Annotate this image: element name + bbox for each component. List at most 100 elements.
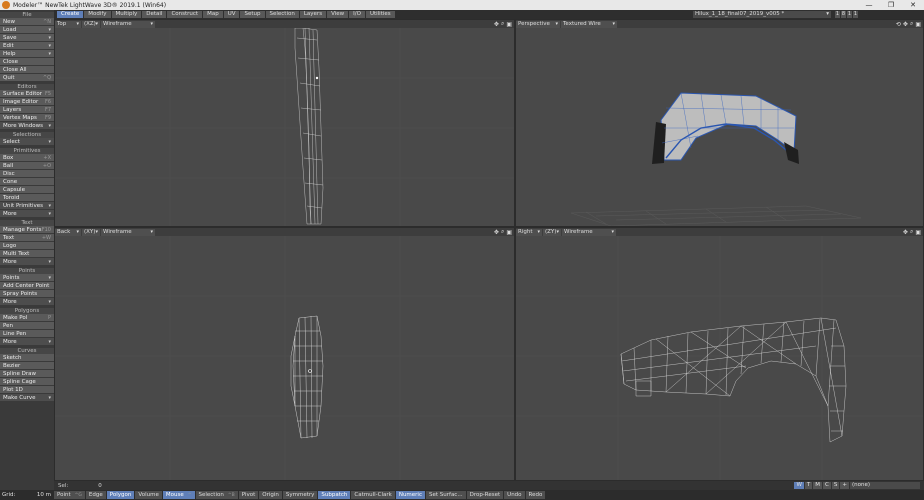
surface-select[interactable]: (none) [850,482,920,489]
sidebar-button-text[interactable]: Text +W [0,234,54,242]
tab-create[interactable]: Create [57,11,84,18]
object-selector[interactable]: Hilux_1_18_final07_2019_v005 * ▾ [693,11,831,18]
viewport-top[interactable]: Top ▾ (XZ) ▾ Wireframe ▾ ✥ ⌕ ▣ [54,19,515,227]
sidebar-button-toroid[interactable]: Toroid [0,194,54,202]
sidebar-button-pen[interactable]: Pen [0,322,54,330]
toggle-s[interactable]: S [831,482,840,489]
mode-button-symmetry[interactable]: Symmetry [282,491,318,499]
mode-button-polygon[interactable]: Polygon [106,491,135,499]
sidebar-button-more[interactable]: More ▾ [0,298,54,306]
tab-selection[interactable]: Selection [265,11,299,18]
sidebar-button-make-pol[interactable]: Make Pol P [0,314,54,322]
move-view-icon[interactable]: ✥ [494,21,499,28]
sidebar-button-multi-text[interactable]: Multi Text [0,250,54,258]
layer-button[interactable]: 1 [847,11,852,18]
rotate-view-icon[interactable]: ⟲ [896,21,901,28]
mode-button-catmull-clark[interactable]: Catmull-Clark [351,491,395,499]
toggle-c[interactable]: C [823,482,831,489]
sidebar-button-logo[interactable]: Logo [0,242,54,250]
mode-button-mouse[interactable]: Mouse ^ [162,491,195,499]
tab-uv[interactable]: UV [223,11,240,18]
toggle-m[interactable]: M [813,482,823,489]
view-axis-select[interactable]: (ZY) ▾ [543,228,561,236]
render-mode-select[interactable]: Wireframe ▾ [562,228,616,236]
view-type-select[interactable]: Top ▾ [55,20,81,28]
close-icon[interactable]: ✕ [902,0,924,10]
move-view-icon[interactable]: ✥ [903,21,908,28]
sidebar-button-vertex-maps[interactable]: Vertex Maps F9 [0,114,54,122]
maximize-view-icon[interactable]: ▣ [915,229,921,236]
sidebar-button-image-editor[interactable]: Image Editor F6 [0,98,54,106]
mode-button-undo[interactable]: Undo [504,491,525,499]
view-axis-select[interactable]: (XZ) ▾ [82,20,100,28]
sidebar-button-load[interactable]: Load ▾ [0,26,54,34]
sidebar-button-more[interactable]: More ▾ [0,338,54,346]
sidebar-button-line-pen[interactable]: Line Pen [0,330,54,338]
tab-view[interactable]: View [327,11,349,18]
sidebar-button-disc[interactable]: Disc [0,170,54,178]
tab-utilities[interactable]: Utilities [365,11,395,18]
sidebar-button-close[interactable]: Close [0,58,54,66]
maximize-view-icon[interactable]: ▣ [915,21,921,28]
sidebar-button-spline-draw[interactable]: Spline Draw [0,370,54,378]
maximize-icon[interactable]: ❐ [880,0,902,10]
toggle-plus[interactable]: + [840,482,849,489]
zoom-icon[interactable]: ⌕ [910,228,913,236]
sidebar-button-spline-cage[interactable]: Spline Cage [0,378,54,386]
sidebar-button-manage-fonts[interactable]: Manage Fonts F10 [0,226,54,234]
tab-modify[interactable]: Modify [84,11,111,18]
view-type-select[interactable]: Back ▾ [55,228,81,236]
maximize-view-icon[interactable]: ▣ [506,21,512,28]
sidebar-button-box[interactable]: Box +X [0,154,54,162]
sidebar-button-plot-1d[interactable]: Plot 1D [0,386,54,394]
view-type-select[interactable]: Right ▾ [516,228,542,236]
mode-button-set-surfac-[interactable]: Set Surfac... [425,491,466,499]
layer-button[interactable]: 1 [853,11,858,18]
sidebar-button-cone[interactable]: Cone [0,178,54,186]
sidebar-button-spray-points[interactable]: Spray Points [0,290,54,298]
tab-detail[interactable]: Detail [142,11,167,18]
sidebar-button-help[interactable]: Help ▾ [0,50,54,58]
maximize-view-icon[interactable]: ▣ [506,229,512,236]
zoom-icon[interactable]: ⌕ [910,20,913,28]
sidebar-button-more[interactable]: More ▾ [0,210,54,218]
sidebar-button-more-windows[interactable]: More Windows ▾ [0,122,54,130]
render-mode-select[interactable]: Wireframe ▾ [101,20,155,28]
mode-button-pivot[interactable]: Pivot [238,491,259,499]
mode-button-redo[interactable]: Redo [525,491,546,499]
sidebar-button-capsule[interactable]: Capsule [0,186,54,194]
tab-map[interactable]: Map [203,11,223,18]
sidebar-button-new[interactable]: New ^N [0,18,54,26]
tab-i-o[interactable]: I/O [349,11,365,18]
zoom-icon[interactable]: ⌕ [501,20,504,28]
mode-button-edge[interactable]: Edge [85,491,106,499]
sidebar-button-sketch[interactable]: Sketch [0,354,54,362]
mode-button-drop-reset[interactable]: Drop-Reset [466,491,504,499]
mode-button-point[interactable]: Point ^G [54,491,85,499]
viewport-perspective[interactable]: Perspective ▾ Textured Wire ▾ ⟲ ✥ ⌕ ▣ [515,19,924,227]
layer-button[interactable]: 8 [841,11,846,18]
view-axis-select[interactable]: (XY) ▾ [82,228,100,236]
sidebar-button-ball[interactable]: Ball +O [0,162,54,170]
toggle-t[interactable]: T [804,482,813,489]
mode-button-origin[interactable]: Origin [259,491,282,499]
sidebar-button-unit-primitives[interactable]: Unit Primitives ▾ [0,202,54,210]
tab-construct[interactable]: Construct [167,11,203,18]
viewport-back[interactable]: Back ▾ (XY) ▾ Wireframe ▾ ✥ ⌕ ▣ [54,227,515,481]
tab-multiply[interactable]: Multiply [111,11,142,18]
render-mode-select[interactable]: Textured Wire ▾ [561,20,617,28]
view-type-select[interactable]: Perspective ▾ [516,20,560,28]
mode-button-numeric[interactable]: Numeric [395,491,425,499]
mode-button-subpatch[interactable]: Subpatch [318,491,351,499]
sidebar-button-points[interactable]: Points ▾ [0,274,54,282]
sidebar-button-select[interactable]: Select ▾ [0,138,54,146]
tab-layers[interactable]: Layers [299,11,327,18]
sidebar-button-save[interactable]: Save ▾ [0,34,54,42]
move-view-icon[interactable]: ✥ [494,229,499,236]
mode-button-volume[interactable]: Volume [135,491,162,499]
zoom-icon[interactable]: ⌕ [501,228,504,236]
toggle-w[interactable]: W [794,482,804,489]
layer-button[interactable]: 1 [835,11,840,18]
sidebar-button-more[interactable]: More ▾ [0,258,54,266]
tab-setup[interactable]: Setup [240,11,265,18]
